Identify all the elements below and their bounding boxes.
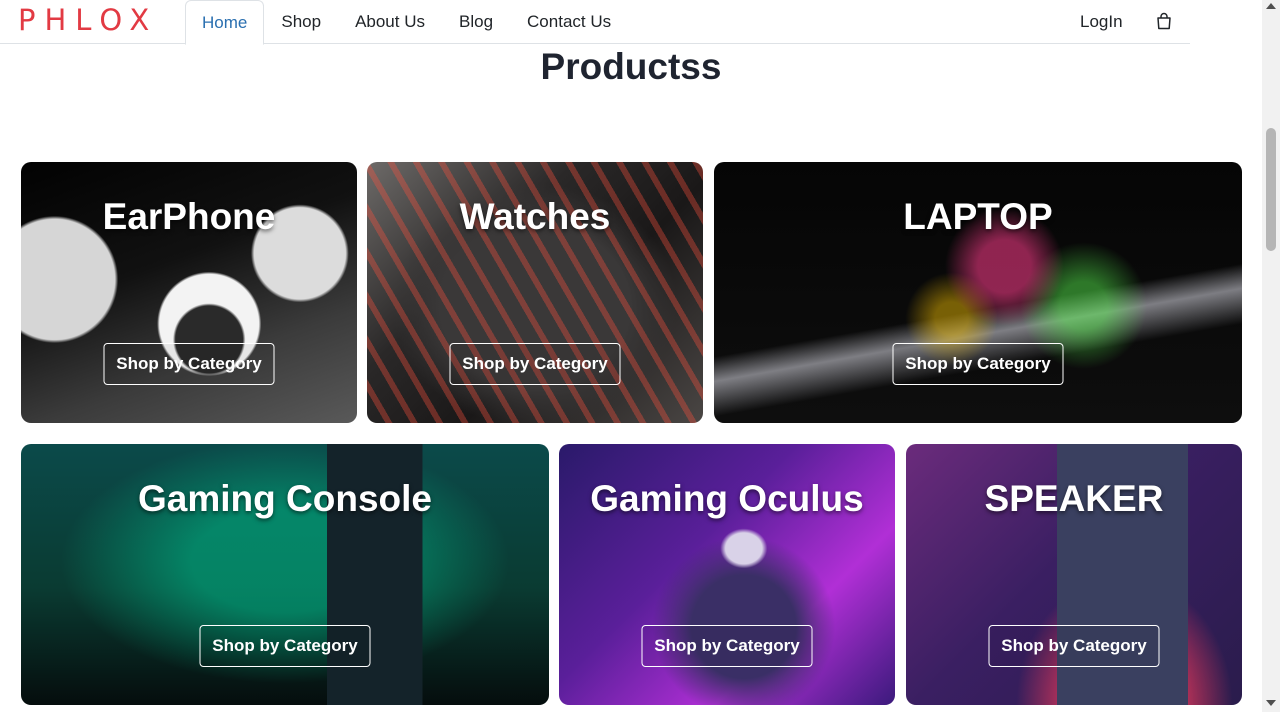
nav-link-contact-us[interactable]: Contact Us — [510, 0, 628, 44]
card-title: SPEAKER — [984, 478, 1164, 519]
card-title: EarPhone — [102, 196, 276, 237]
shop-by-category-button[interactable]: Shop by Category — [103, 343, 275, 385]
shop-by-category-button[interactable]: Shop by Category — [641, 625, 813, 667]
category-card-gaming-console[interactable]: Gaming Console Shop by Category — [21, 444, 549, 705]
category-card-gaming-oculus[interactable]: Gaming Oculus Shop by Category — [559, 444, 895, 705]
page-title: Productss — [540, 46, 722, 87]
nav-tabs: Home Shop About Us Blog Contact Us — [185, 0, 628, 45]
shop-by-category-button[interactable]: Shop by Category — [988, 625, 1160, 667]
category-card-earphone[interactable]: EarPhone Shop by Category — [21, 162, 357, 423]
vertical-scrollbar[interactable] — [1262, 0, 1280, 712]
shop-by-category-button[interactable]: Shop by Category — [199, 625, 371, 667]
shopping-bag-icon[interactable] — [1156, 12, 1172, 30]
login-link[interactable]: LogIn — [1080, 0, 1123, 44]
nav-link-blog[interactable]: Blog — [442, 0, 510, 44]
scroll-down-arrow-icon[interactable] — [1266, 700, 1276, 706]
card-title: LAPTOP — [903, 196, 1053, 237]
category-card-speaker[interactable]: SPEAKER Shop by Category — [906, 444, 1242, 705]
nav-link-shop[interactable]: Shop — [264, 0, 338, 44]
category-card-laptop[interactable]: LAPTOP Shop by Category — [714, 162, 1242, 423]
shop-by-category-button[interactable]: Shop by Category — [449, 343, 621, 385]
category-card-watches[interactable]: Watches Shop by Category — [367, 162, 703, 423]
card-title: Gaming Oculus — [590, 478, 864, 519]
card-title: Watches — [459, 196, 611, 237]
nav-link-home[interactable]: Home — [185, 0, 265, 45]
scroll-up-arrow-icon[interactable] — [1266, 3, 1276, 9]
scrollbar-thumb[interactable] — [1266, 128, 1276, 251]
brand-logo[interactable]: PHLOX — [18, 3, 158, 37]
card-title: Gaming Console — [138, 478, 432, 519]
shop-by-category-button[interactable]: Shop by Category — [892, 343, 1064, 385]
nav-link-about-us[interactable]: About Us — [338, 0, 442, 44]
navbar: PHLOX Home Shop About Us Blog Contact Us… — [0, 0, 1190, 45]
